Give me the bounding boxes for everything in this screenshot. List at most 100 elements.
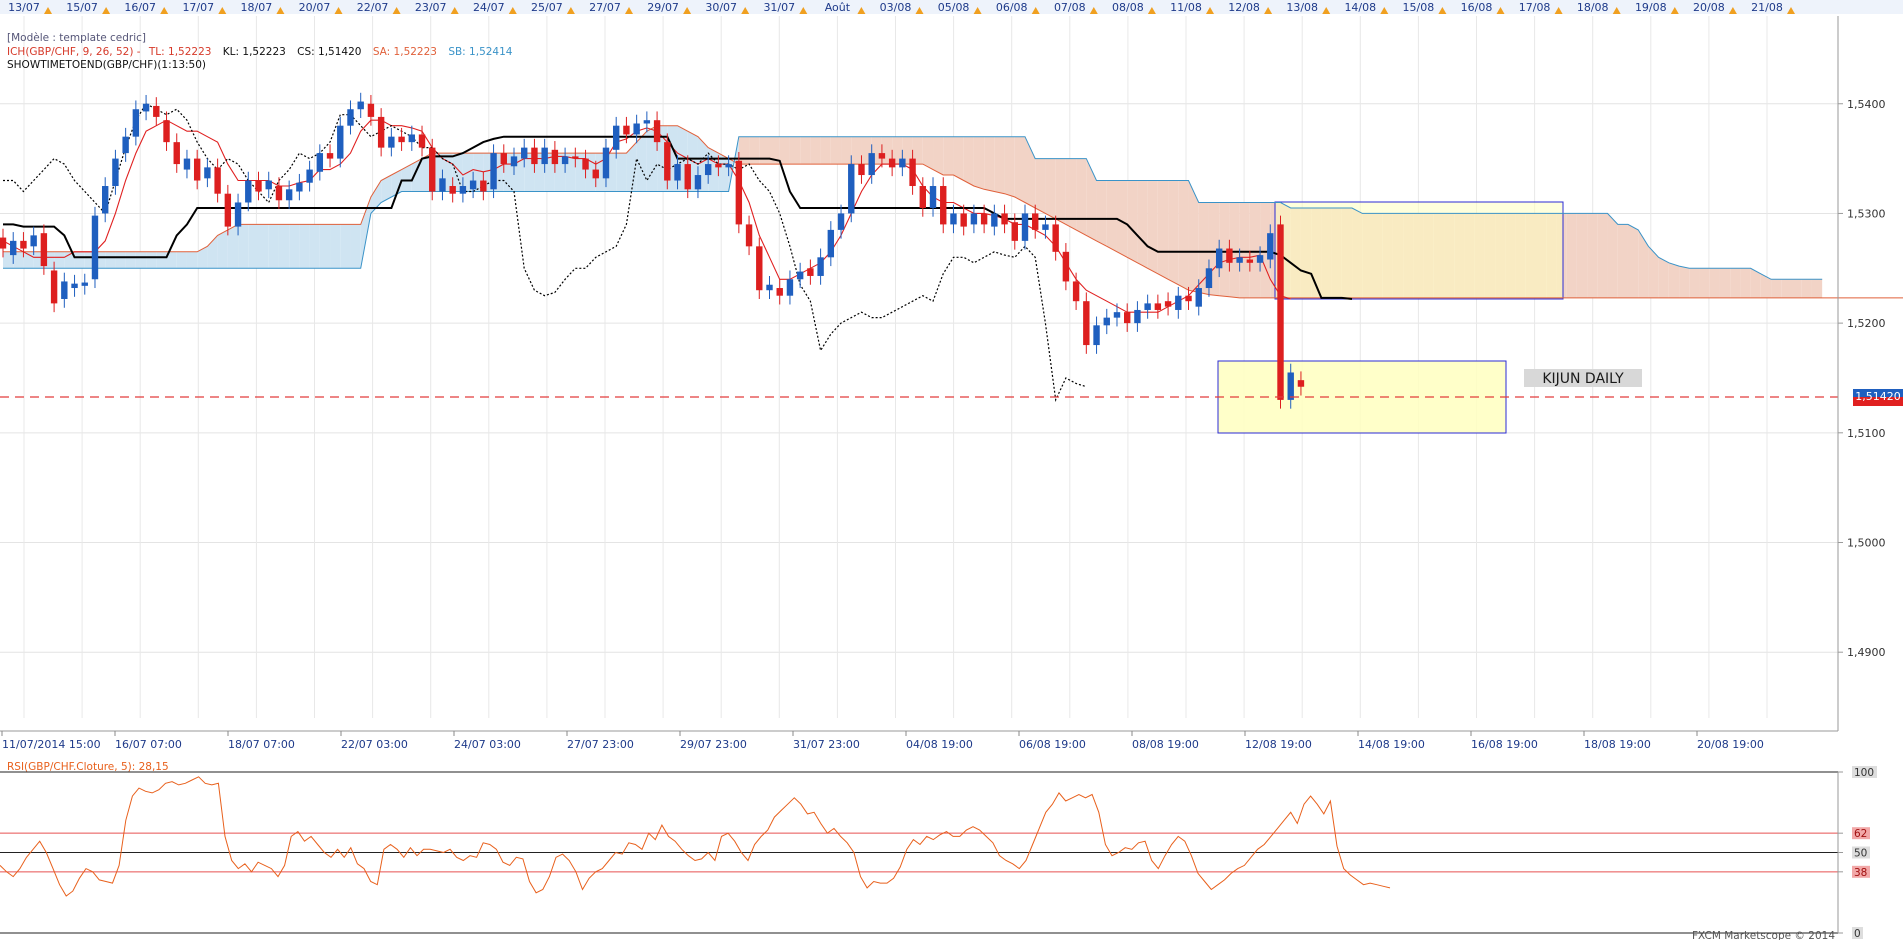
candle-body (429, 147, 436, 192)
cloud-segment (1587, 213, 1598, 298)
candle-body (469, 180, 477, 190)
candle-body (316, 153, 324, 172)
top-date-label: 20/08 (1693, 1, 1725, 14)
cloud-segment (278, 224, 290, 269)
top-date-label: 18/07 (241, 1, 273, 14)
candle-body (1134, 309, 1141, 324)
cloud-segment (820, 136, 831, 165)
candle-body (980, 213, 988, 225)
candle-body (1185, 295, 1192, 302)
candle-body (0, 237, 7, 249)
ichimoku-legend: ICH(GBP/CHF, 9, 26, 52) - TL: 1,52223 KL… (7, 46, 513, 58)
bottom-date-label: 18/07 07:00 (228, 738, 295, 751)
cloud-segment (1781, 279, 1792, 298)
cloud-segment (309, 224, 320, 269)
candle-body (664, 142, 671, 181)
top-date-label: 13/08 (1286, 1, 1318, 14)
candle-body (102, 186, 109, 214)
candle-body (592, 169, 599, 179)
bottom-date-label: 22/07 03:00 (341, 738, 408, 751)
candle-body (1052, 224, 1059, 252)
candle-body (347, 109, 354, 126)
cloud-segment (943, 136, 954, 176)
price-tick-label: 1,5300 (1847, 207, 1886, 220)
candle-body (377, 116, 385, 148)
rsi-panel[interactable]: RSI(GBP/CHF.Cloture, 5): 28,15 100 62 50 38… (0, 761, 1877, 940)
cloud-segment (616, 153, 627, 192)
kijun-daily-annotation[interactable]: KIJUN DAILY (1524, 369, 1642, 387)
cloud-segment (319, 224, 331, 269)
cloud-segment (452, 153, 463, 192)
top-date-label: 12/08 (1228, 1, 1260, 14)
cloud-segment (759, 136, 770, 165)
price-chart[interactable]: 13/07 15/07 16/07 17/07 18/07 20/07 22/07 23/07… (0, 0, 1903, 940)
candle-body (20, 240, 27, 249)
cloud-segment (1791, 279, 1802, 298)
cloud-segment (1137, 180, 1148, 269)
top-date-label: 13/07 (8, 1, 40, 14)
candle-body (704, 164, 712, 176)
upper-highlight-box[interactable] (1274, 201, 1564, 300)
top-date-label: 11/08 (1170, 1, 1202, 14)
candle-body (521, 147, 528, 159)
candle-body (786, 279, 794, 296)
cloud-segment (350, 224, 361, 269)
candle-body (572, 156, 579, 159)
bottom-date-label: 08/08 19:00 (1132, 738, 1199, 751)
cloud-segment (1658, 257, 1669, 298)
top-date-label: 27/07 (589, 1, 621, 14)
cloud-segment (1719, 268, 1731, 298)
candle-body (623, 125, 630, 135)
rsi-tick-label: 38 (1854, 867, 1867, 879)
candle-body (1124, 312, 1131, 324)
candle-body (970, 213, 978, 225)
cloud-segment (800, 136, 811, 165)
cloud-segment (74, 251, 85, 269)
candle-body (183, 158, 191, 170)
cloud-segment (1147, 180, 1158, 274)
candle-body (480, 180, 487, 192)
top-date-label: 08/08 (1112, 1, 1144, 14)
cloud-segment (963, 136, 974, 187)
watermark: FXCM Marketscope © 2014 (1692, 930, 1835, 940)
cloud-segment (156, 251, 167, 269)
kl-value: KL: 1,52223 (223, 46, 286, 58)
top-date-label: 20/07 (299, 1, 331, 14)
top-date-label: 05/08 (938, 1, 970, 14)
candle-body (1072, 281, 1080, 302)
cloud-segment (1576, 213, 1588, 298)
candle-body (490, 153, 497, 190)
candle-body (1236, 257, 1243, 263)
top-date-label: 16/08 (1461, 1, 1493, 14)
cloud-segment (248, 224, 259, 269)
candle-body (1205, 268, 1213, 289)
cloud-segment (186, 251, 198, 269)
candle-body (91, 215, 99, 280)
cloud-segment (1617, 224, 1628, 298)
cloud-segment (1106, 180, 1117, 252)
top-date-label: 18/08 (1577, 1, 1609, 14)
bottom-date-label: 29/07 23:00 (680, 738, 747, 751)
rsi-tick-label: 62 (1854, 828, 1867, 840)
candle-body (337, 125, 344, 159)
cloud-segment (1730, 268, 1741, 298)
candle-body (694, 175, 702, 190)
candle-body (940, 186, 947, 225)
cloud-segment (1689, 268, 1700, 298)
candle-body (817, 257, 824, 276)
cloud-segment (1178, 180, 1189, 291)
cloud-segment (994, 136, 1005, 194)
candle-body (1011, 222, 1018, 241)
cloud-segment (830, 136, 842, 165)
cloud-segment (238, 224, 249, 269)
candle-body (61, 281, 68, 299)
candle-body (643, 120, 651, 124)
bottom-date-label: 18/08 19:00 (1584, 738, 1651, 751)
cloud-segment (1045, 158, 1056, 219)
cloud-segment (105, 251, 116, 269)
cloud-segment (1679, 266, 1690, 298)
cloud-segment (973, 136, 985, 190)
price-tick-label: 1,4900 (1847, 646, 1886, 659)
cloud-segment (1168, 180, 1179, 285)
candle-body (582, 158, 589, 170)
